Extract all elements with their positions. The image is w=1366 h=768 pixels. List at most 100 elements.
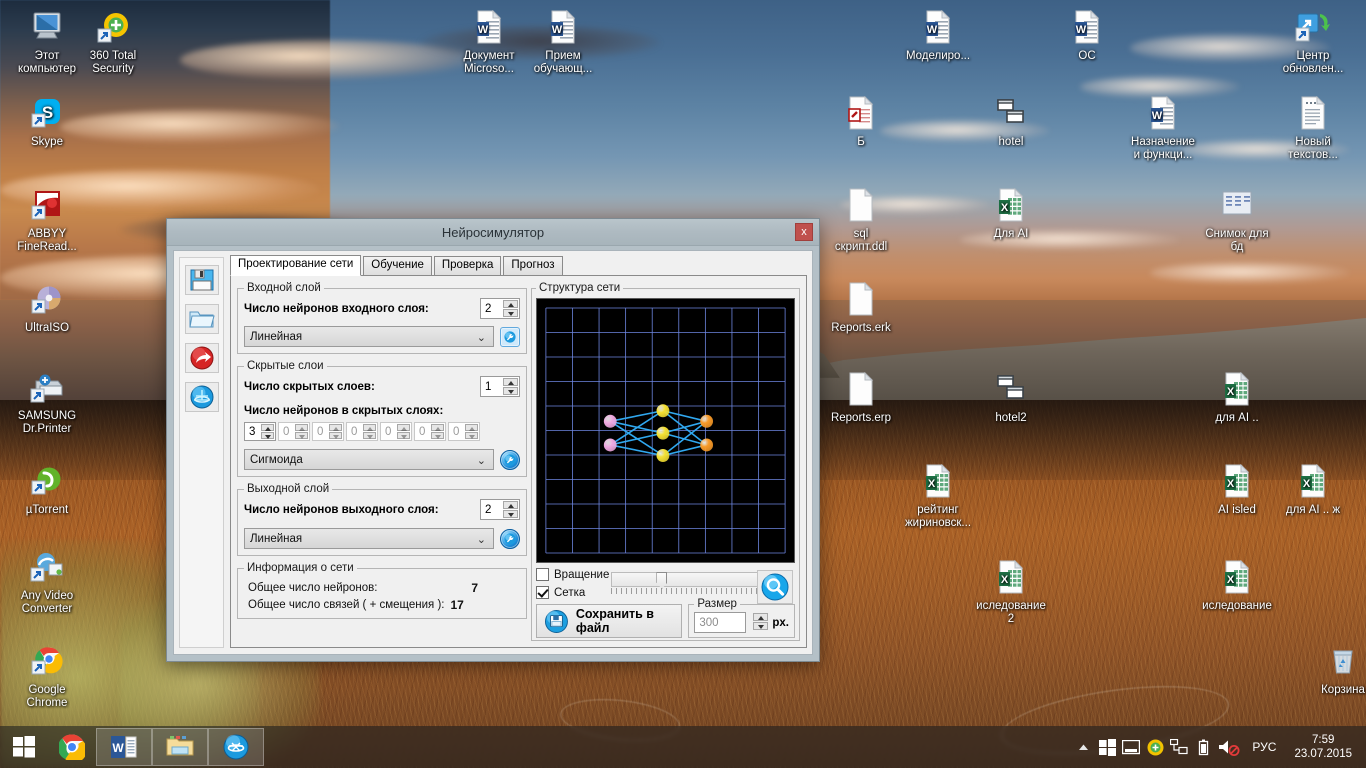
network-toolbar-button[interactable] — [184, 382, 219, 412]
shield-360-icon — [1147, 739, 1164, 755]
desktop-icon-17[interactable]: Новый текстов... — [1270, 92, 1356, 162]
language-indicator[interactable]: РУС — [1244, 740, 1284, 754]
window-title-bar[interactable]: Нейросимулятор x — [167, 219, 819, 246]
desktop-icon-10[interactable]: W Прием обучающ... — [520, 6, 606, 76]
desktop-icon-24[interactable]: Xдля AI .. — [1194, 368, 1280, 425]
desktop-icon-26[interactable]: X AI isled — [1194, 460, 1280, 517]
tab-training[interactable]: Обучение — [363, 256, 432, 276]
desktop-icon-29[interactable]: Xиследование — [1194, 556, 1280, 613]
desktop-icon-5[interactable]: SAMSUNG Dr.Printer — [4, 366, 90, 436]
close-button[interactable]: x — [795, 223, 813, 241]
desktop-icon-25[interactable]: Xрейтинг жириновск... — [895, 460, 981, 530]
taskbar-word[interactable]: W — [96, 728, 152, 766]
shortcut-overlay — [30, 388, 45, 403]
output-activation-select[interactable]: Линейная ⌄ — [244, 528, 494, 549]
size-legend: Размер — [697, 598, 737, 610]
desktop-icon-13[interactable]: Центр обновлен... — [1270, 6, 1356, 76]
desktop-icon-glyph: X — [895, 460, 981, 502]
neurosimulator-window[interactable]: Нейросимулятор x Проектирование сети Обу… — [166, 218, 820, 662]
hidden-neurons-stepper-1[interactable]: 3 — [244, 422, 276, 441]
volume-muted-icon[interactable] — [1216, 726, 1242, 768]
save-toolbar-button[interactable] — [184, 265, 219, 295]
desktop-icon-15[interactable]: hotel — [968, 92, 1054, 149]
desktop-icon-28[interactable]: Xиследование 2 — [968, 556, 1054, 626]
desktop-icon-22[interactable]: Reports.erp — [818, 368, 904, 425]
display-icon[interactable] — [1120, 726, 1142, 768]
stepper-arrows[interactable] — [261, 424, 274, 439]
slider-thumb[interactable] — [656, 572, 668, 589]
desktop-icon-11[interactable]: W Моделиро... — [895, 6, 981, 63]
slider-track[interactable] — [611, 572, 763, 589]
settings-column: Входной слой Число нейронов входного сло… — [237, 282, 527, 641]
save-disk-icon — [545, 609, 568, 633]
network-structure-group: Структура сети Вращение Сетка Сохранить … — [531, 282, 800, 641]
desktop-icon-14[interactable]: Б — [818, 92, 904, 149]
input-neurons-stepper[interactable]: 2 — [480, 298, 520, 319]
taskbar-chrome[interactable] — [48, 726, 96, 768]
desktop-icon-21[interactable]: Reports.erk — [818, 278, 904, 335]
network-tray-icon[interactable] — [1168, 726, 1190, 768]
taskbar-neurosimulator[interactable] — [208, 728, 264, 766]
desktop-icon-4[interactable]: UltraISO — [4, 278, 90, 335]
stepper-arrows[interactable] — [503, 501, 518, 518]
360-security-icon[interactable] — [1144, 726, 1166, 768]
desktop-icon-20[interactable]: Снимок для бд — [1194, 184, 1280, 254]
desktop-icon-3[interactable]: ABBYY FineRead... — [4, 184, 90, 254]
input-activation-config-button[interactable] — [500, 326, 520, 347]
tab-validation[interactable]: Проверка — [433, 256, 502, 276]
desktop-icon-glyph — [818, 278, 904, 320]
printer-icon — [30, 374, 63, 403]
taskbar-explorer[interactable] — [152, 728, 208, 766]
desktop-icon-1[interactable]: 360 Total Security — [70, 6, 156, 76]
desktop-icon-16[interactable]: W Назначение и функци... — [1120, 92, 1206, 162]
clock[interactable]: 7:59 23.07.2015 — [1286, 733, 1360, 761]
desktop-icon-18[interactable]: sql скрипт.ddl — [818, 184, 904, 254]
desktop-icon-7[interactable]: Any Video Converter — [4, 546, 90, 616]
desktop-icon-8[interactable]: Google Chrome — [4, 640, 90, 710]
desktop-icon-6[interactable]: µTorrent — [4, 460, 90, 517]
open-toolbar-button[interactable] — [184, 304, 219, 334]
desktop-icon-27[interactable]: Xдля AI .. ж — [1270, 460, 1356, 517]
desktop-icon-label: иследование 2 — [976, 600, 1046, 625]
tab-forecast[interactable]: Прогноз — [503, 256, 563, 276]
show-hidden-icons-arrow[interactable] — [1072, 726, 1094, 768]
windows-tray-icon[interactable] — [1096, 726, 1118, 768]
desktop-icon-label: hotel2 — [995, 412, 1027, 424]
start-button[interactable] — [0, 726, 48, 768]
hidden-neurons-stepper-2: 0 — [278, 422, 310, 441]
rotation-checkbox[interactable] — [536, 568, 549, 581]
output-neurons-stepper[interactable]: 2 — [480, 499, 520, 520]
hidden-activation-config-button[interactable] — [500, 449, 520, 470]
hidden-layers-count-stepper[interactable]: 1 — [480, 376, 520, 397]
desktop-icon-2[interactable]: S Skype — [4, 92, 90, 149]
stepper-arrows[interactable] — [753, 613, 769, 630]
network-diagram-canvas[interactable] — [536, 298, 795, 563]
input-activation-select[interactable]: Линейная ⌄ — [244, 326, 494, 347]
battery-icon[interactable] — [1192, 726, 1214, 768]
tab-network-design[interactable]: Проектирование сети — [230, 255, 362, 276]
hidden-neurons-stepper-7: 0 — [448, 422, 480, 441]
zoom-slider[interactable] — [611, 572, 763, 594]
hidden-activation-select[interactable]: Сигмоида ⌄ — [244, 449, 494, 470]
export-toolbar-button[interactable] — [184, 343, 219, 373]
desktop-icon-12[interactable]: W ОС — [1044, 6, 1130, 63]
output-neurons-value: 2 — [485, 503, 492, 516]
output-activation-config-button[interactable] — [500, 528, 520, 549]
input-neurons-label: Число нейронов входного слоя: — [244, 302, 429, 315]
stepper-arrows[interactable] — [503, 300, 518, 317]
desktop-icon-23[interactable]: hotel2 — [968, 368, 1054, 425]
desktop-icon-label: ABBYY FineRead... — [17, 228, 77, 253]
word-document-icon: W — [1151, 96, 1176, 130]
any-video-converter-icon — [30, 553, 63, 582]
desktop-icon-19[interactable]: X Для AI — [968, 184, 1054, 241]
shortcut-overlay — [30, 567, 45, 582]
desktop-icon-glyph — [4, 546, 90, 588]
size-stepper[interactable] — [750, 612, 769, 633]
size-input[interactable]: 300 — [694, 612, 747, 633]
desktop-icon-label: Корзина — [1321, 684, 1365, 696]
word-icon: W — [111, 736, 137, 758]
stepper-arrows[interactable] — [503, 378, 518, 395]
desktop-icon-30[interactable]: Корзина — [1300, 640, 1366, 697]
save-to-file-button[interactable]: Сохранить в файл — [536, 604, 683, 638]
rotation-label: Вращение — [554, 568, 610, 581]
